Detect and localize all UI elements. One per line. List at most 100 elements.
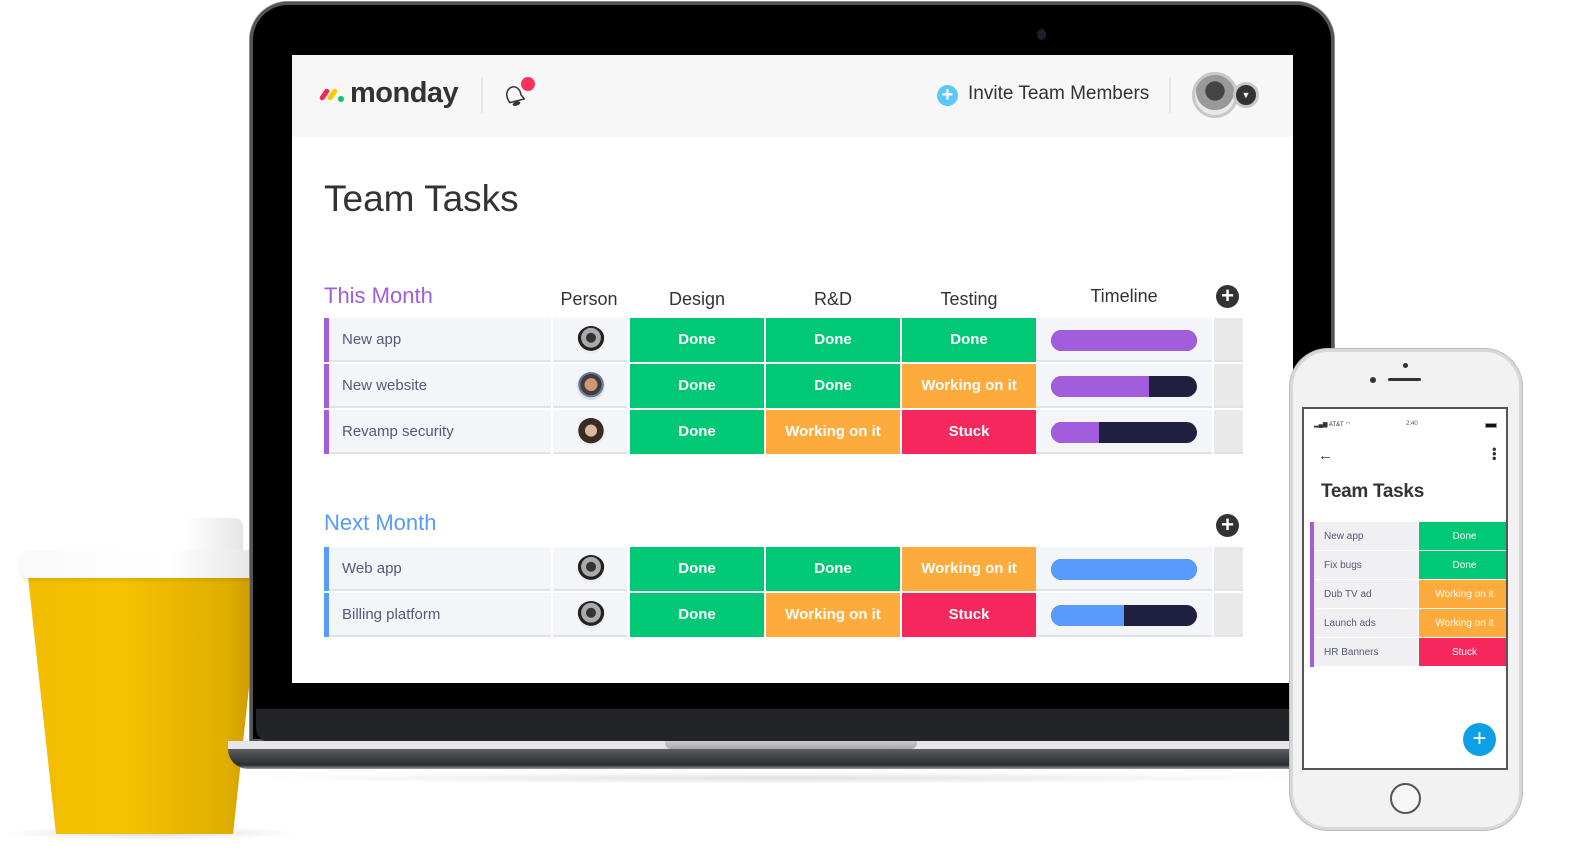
table-row[interactable]: Web app Done Done Working on it	[324, 547, 1243, 591]
plus-circle-icon: +	[937, 85, 958, 106]
invite-label: Invite Team Members	[968, 82, 1150, 104]
table-row[interactable]: Revamp security Done Working on it Stuck	[324, 410, 1243, 454]
status-cell-design[interactable]: Done	[630, 410, 764, 454]
column-header-rnd[interactable]: R&D	[766, 289, 900, 310]
status-cell-rnd[interactable]: Working on it	[766, 593, 900, 637]
phone-status-cell[interactable]: Stuck	[1419, 638, 1506, 667]
table-row[interactable]: New app Done Done Done	[324, 318, 1243, 362]
phone-list-item[interactable]: Launch ads Working on it	[1310, 609, 1506, 638]
monday-logo-mark-icon	[318, 84, 346, 104]
timeline-progress	[1051, 605, 1124, 626]
monday-logo[interactable]: monday	[318, 77, 459, 110]
laptop-screen: monday + Invite Team Members ▼ Team Task…	[292, 55, 1293, 683]
add-column-icon[interactable]: +	[1216, 514, 1239, 537]
timeline-cell[interactable]	[1036, 410, 1212, 454]
timeline-cell[interactable]	[1036, 593, 1212, 637]
timeline-progress	[1051, 559, 1197, 580]
status-cell-testing[interactable]: Working on it	[902, 547, 1036, 591]
column-header-testing[interactable]: Testing	[902, 289, 1036, 310]
battery-icon	[1485, 423, 1497, 428]
status-cell-testing[interactable]: Stuck	[902, 410, 1036, 454]
avatar-man-glasses	[577, 555, 605, 583]
status-cell-testing[interactable]: Working on it	[902, 364, 1036, 408]
add-column-icon[interactable]: +	[1216, 285, 1239, 308]
phone-speaker	[1388, 378, 1421, 381]
task-name[interactable]: New app	[329, 318, 551, 362]
person-cell[interactable]	[553, 318, 627, 362]
caret-down-icon[interactable]: ▼	[1233, 82, 1259, 108]
phone-status-carrier: ▂▄▆ AT&T ◠	[1314, 422, 1351, 428]
phone-page-title: Team Tasks	[1321, 481, 1424, 502]
timeline-cell[interactable]	[1036, 364, 1212, 408]
timeline-bar	[1051, 330, 1197, 351]
avatar-man-glasses	[577, 601, 605, 629]
phone-task-name[interactable]: Fix bugs	[1314, 551, 1418, 580]
phone-screen: ▂▄▆ AT&T ◠ 2:40 ← ••• Team Tasks New app…	[1302, 407, 1508, 770]
row-end-cell	[1214, 364, 1243, 408]
phone-camera	[1370, 377, 1376, 383]
phone-status-cell[interactable]: Done	[1419, 522, 1506, 551]
column-header-person[interactable]: Person	[552, 289, 626, 310]
status-cell-testing[interactable]: Stuck	[902, 593, 1036, 637]
person-cell[interactable]	[553, 547, 627, 591]
carrier-label: AT&T	[1328, 422, 1344, 428]
task-name[interactable]: Web app	[329, 547, 551, 591]
table-row[interactable]: New website Done Done Working on it	[324, 364, 1243, 408]
phone-task-name[interactable]: Launch ads	[1314, 609, 1418, 638]
phone-list-item[interactable]: Fix bugs Done	[1310, 551, 1506, 580]
divider	[1169, 77, 1171, 113]
status-cell-design[interactable]: Done	[630, 593, 764, 637]
arrow-left-icon[interactable]: ←	[1318, 447, 1333, 464]
table-row[interactable]: Billing platform Done Working on it Stuck	[324, 593, 1243, 637]
timeline-cell[interactable]	[1036, 547, 1212, 591]
timeline-cell[interactable]	[1036, 318, 1212, 362]
phone-list-item[interactable]: Dub TV ad Working on it	[1310, 580, 1506, 609]
page-title: Team Tasks	[324, 178, 519, 219]
status-cell-design[interactable]: Done	[630, 547, 764, 591]
task-name[interactable]: Billing platform	[329, 593, 551, 637]
person-cell[interactable]	[553, 593, 627, 637]
column-header-timeline[interactable]: Timeline	[1036, 286, 1212, 307]
group-title-this-month[interactable]: This Month	[324, 283, 433, 309]
status-cell-rnd[interactable]: Done	[766, 547, 900, 591]
status-cell-design[interactable]: Done	[630, 364, 764, 408]
phone-home-button[interactable]	[1390, 783, 1421, 814]
laptop-base-edge	[228, 749, 1330, 769]
timeline-progress	[1051, 422, 1100, 443]
phone-task-name[interactable]: New app	[1314, 522, 1418, 551]
add-task-fab[interactable]: +	[1463, 723, 1496, 756]
column-header-design[interactable]: Design	[630, 289, 764, 310]
task-name[interactable]: Revamp security	[329, 410, 551, 454]
phone-status-time: 2:40	[1406, 421, 1418, 427]
phone-list-item[interactable]: New app Done	[1310, 522, 1506, 551]
avatar-man-beard	[577, 372, 605, 400]
phone-status-cell[interactable]: Done	[1419, 551, 1506, 580]
coffee-cup-lid-rim	[20, 550, 268, 578]
notification-badge	[521, 77, 535, 91]
phone-status-cell[interactable]: Working on it	[1419, 609, 1506, 638]
phone-list-item[interactable]: HR Banners Stuck	[1310, 638, 1506, 667]
status-cell-testing[interactable]: Done	[902, 318, 1036, 362]
phone-task-name[interactable]: Dub TV ad	[1314, 580, 1418, 609]
person-cell[interactable]	[553, 364, 627, 408]
task-name[interactable]: New website	[329, 364, 551, 408]
status-cell-rnd[interactable]: Working on it	[766, 410, 900, 454]
more-vertical-icon[interactable]: •••	[1487, 447, 1502, 461]
group-title-next-month[interactable]: Next Month	[324, 510, 437, 536]
status-cell-rnd[interactable]: Done	[766, 364, 900, 408]
person-cell[interactable]	[553, 410, 627, 454]
invite-team-members-button[interactable]: + Invite Team Members	[937, 81, 1149, 106]
phone-task-name[interactable]: HR Banners	[1314, 638, 1418, 667]
phone-sensor	[1403, 363, 1408, 368]
brand-name: monday	[350, 77, 459, 109]
row-end-cell	[1214, 593, 1243, 637]
timeline-progress	[1051, 330, 1197, 351]
profile-avatar[interactable]	[1192, 72, 1238, 118]
status-cell-design[interactable]: Done	[630, 318, 764, 362]
laptop-chin	[256, 709, 1328, 742]
row-end-cell	[1214, 547, 1243, 591]
top-bar: monday + Invite Team Members ▼	[292, 55, 1293, 137]
status-cell-rnd[interactable]: Done	[766, 318, 900, 362]
phone-status-cell[interactable]: Working on it	[1419, 580, 1506, 609]
laptop-camera	[1037, 29, 1046, 40]
